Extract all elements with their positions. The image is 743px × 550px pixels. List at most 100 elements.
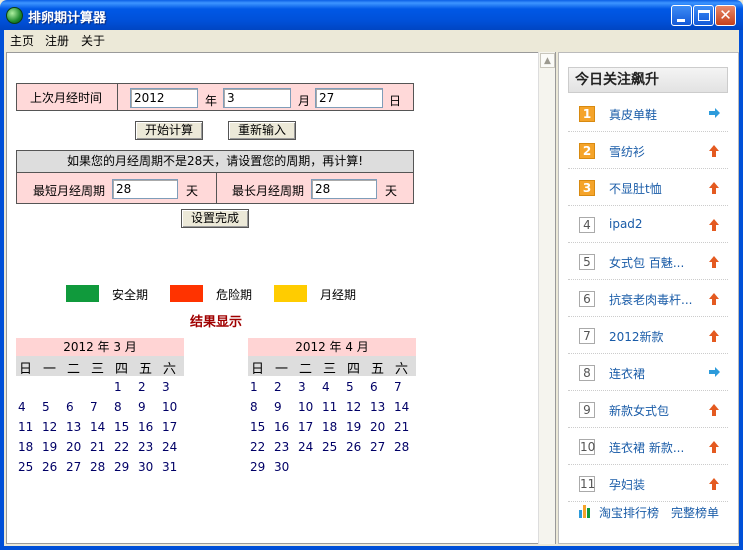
trending-item[interactable]: 3 不显肚t恤 [568,169,728,206]
calendar-day[interactable]: 29 [114,460,134,478]
calendar-day[interactable]: 26 [346,440,366,458]
trending-item-name[interactable]: 不显肚t恤 [609,180,709,197]
trending-item-name[interactable]: 真皮单鞋 [609,106,709,123]
menu-register[interactable]: 注册 [45,32,69,49]
calendar-day[interactable]: 9 [138,400,158,418]
calendar-day[interactable]: 26 [42,460,62,478]
calendar-day[interactable]: 27 [66,460,86,478]
calendar-day[interactable]: 12 [42,420,62,438]
calendar-day[interactable]: 15 [114,420,134,438]
minimize-button[interactable] [671,5,692,26]
trending-item[interactable]: 6 抗衰老肉毒杆... [568,280,728,317]
trending-item[interactable]: 10 连衣裙 新款... [568,428,728,465]
min-cycle-input[interactable]: 28 [112,179,178,199]
calendar-day[interactable]: 21 [90,440,110,458]
calendar-day[interactable]: 24 [298,440,318,458]
year-input[interactable]: 2012 [130,88,198,108]
calendar-day[interactable]: 10 [162,400,182,418]
calendar-day[interactable]: 30 [274,460,294,478]
calendar-day[interactable]: 18 [322,420,342,438]
trending-item[interactable]: 8 连衣裙 [568,354,728,391]
menu-about[interactable]: 关于 [81,32,105,49]
reset-button[interactable]: 重新输入 [228,121,296,140]
calendar-day[interactable]: 4 [322,380,342,398]
trending-item[interactable]: 11 孕妇装 [568,465,728,502]
calendar-day[interactable]: 20 [66,440,86,458]
calendar-day[interactable]: 20 [370,420,390,438]
trending-item-name[interactable]: 连衣裙 [609,365,709,382]
calendar-day[interactable]: 25 [18,460,38,478]
calendar-day[interactable]: 13 [370,400,390,418]
calendar-day[interactable]: 24 [162,440,182,458]
calendar-day[interactable]: 11 [322,400,342,418]
trending-item-name[interactable]: 新款女式包 [609,402,709,419]
calendar-day[interactable]: 7 [90,400,110,418]
trending-item-name[interactable]: 孕妇装 [609,476,709,493]
calendar-day[interactable]: 28 [90,460,110,478]
calendar-day[interactable]: 6 [370,380,390,398]
calendar-day[interactable]: 1 [250,380,270,398]
calendar-day[interactable]: 3 [298,380,318,398]
calendar-day[interactable]: 29 [250,460,270,478]
trending-item[interactable]: 7 2012新款 [568,317,728,354]
calendar-day[interactable]: 2 [138,380,158,398]
trending-item-name[interactable]: 连衣裙 新款... [609,439,709,456]
calendar-day[interactable]: 15 [250,420,270,438]
calendar-day[interactable]: 16 [274,420,294,438]
calendar-day[interactable]: 17 [162,420,182,438]
taobao-ranking-link[interactable]: 淘宝排行榜 [599,504,659,521]
calendar-day[interactable]: 18 [18,440,38,458]
max-cycle-input[interactable]: 28 [311,179,377,199]
month-input[interactable]: 3 [223,88,291,108]
menu-home[interactable]: 主页 [10,32,34,49]
maximize-button[interactable] [693,5,714,26]
calendar-day[interactable]: 8 [114,400,134,418]
calendar-day[interactable]: 7 [394,380,414,398]
calendar-day[interactable]: 30 [138,460,158,478]
calendar-day[interactable]: 8 [250,400,270,418]
calendar-day[interactable]: 10 [298,400,318,418]
calendar-day[interactable]: 5 [346,380,366,398]
trending-item[interactable]: 5 女式包 百魅... [568,243,728,280]
calendar-day[interactable]: 25 [322,440,342,458]
calendar-day[interactable]: 22 [250,440,270,458]
calendar-day[interactable]: 19 [42,440,62,458]
calendar-day[interactable]: 14 [394,400,414,418]
calendar-day[interactable]: 19 [346,420,366,438]
trending-item-name[interactable]: 2012新款 [609,328,709,345]
calendar-day[interactable]: 13 [66,420,86,438]
day-input[interactable]: 27 [315,88,383,108]
calendar-day[interactable]: 4 [18,400,38,418]
calendar-day[interactable]: 16 [138,420,158,438]
trending-item-name[interactable]: ipad2 [609,217,709,231]
trending-item[interactable]: 1 真皮单鞋 [568,95,728,132]
calendar-day[interactable]: 3 [162,380,182,398]
trending-item[interactable]: 9 新款女式包 [568,391,728,428]
calendar-day[interactable]: 14 [90,420,110,438]
calendar-day[interactable]: 23 [274,440,294,458]
trending-item[interactable]: 4 ipad2 [568,206,728,243]
calendar-day[interactable]: 2 [274,380,294,398]
calendar-day[interactable]: 9 [274,400,294,418]
calendar-day[interactable]: 22 [114,440,134,458]
full-list-link[interactable]: 完整榜单 [671,504,719,521]
calendar-day[interactable]: 5 [42,400,62,418]
trending-item-name[interactable]: 女式包 百魅... [609,254,709,271]
calendar-day[interactable]: 21 [394,420,414,438]
calendar-day[interactable]: 1 [114,380,134,398]
calendar-day[interactable]: 28 [394,440,414,458]
scroll-up-icon[interactable]: ▲ [540,53,555,68]
calculate-button[interactable]: 开始计算 [135,121,203,140]
title-bar[interactable]: 排卵期计算器 ✕ [0,0,743,30]
close-button[interactable]: ✕ [715,5,736,26]
calendar-day[interactable]: 17 [298,420,318,438]
calendar-day[interactable]: 23 [138,440,158,458]
trending-item[interactable]: 2 雪纺衫 [568,132,728,169]
settings-done-button[interactable]: 设置完成 [181,209,249,228]
calendar-day[interactable]: 31 [162,460,182,478]
calendar-day[interactable]: 11 [18,420,38,438]
calendar-day[interactable]: 27 [370,440,390,458]
vertical-scrollbar[interactable]: ▲ [538,52,555,544]
calendar-day[interactable]: 12 [346,400,366,418]
calendar-day[interactable]: 6 [66,400,86,418]
